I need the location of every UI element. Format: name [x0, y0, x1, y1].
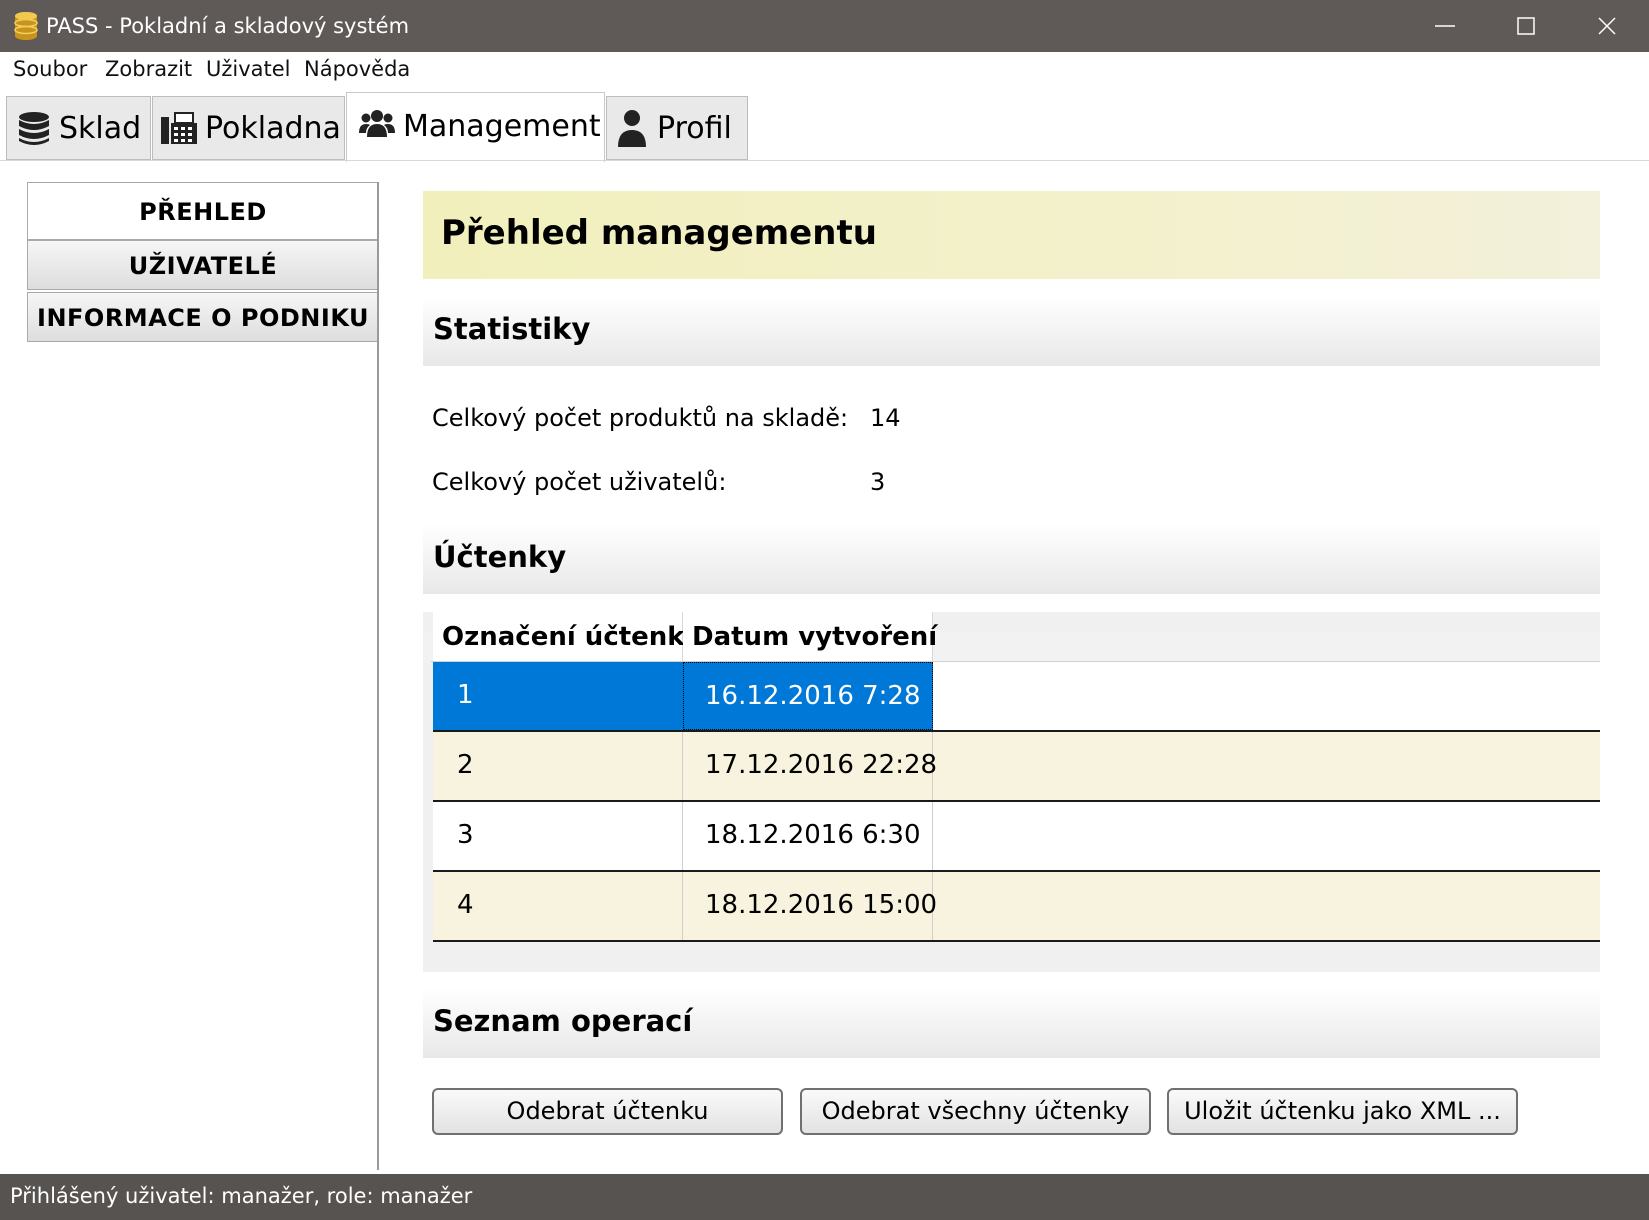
cell-receipt-id[interactable]: 2	[433, 732, 683, 800]
menu-uzivatel[interactable]: Uživatel	[206, 57, 291, 81]
status-bar: Přihlášený uživatel: manažer, role: mana…	[0, 1174, 1649, 1220]
title-bar[interactable]: PASS - Pokladní a skladový systém	[0, 0, 1649, 52]
stat-users-label: Celkový počet uživatelů:	[432, 468, 727, 496]
table-row[interactable]: 3 18.12.2016 6:30	[433, 802, 1600, 872]
main-tabs: Sklad Pokladna Management Profil	[0, 90, 1649, 162]
cell-receipt-date[interactable]: 18.12.2016 15:00	[683, 872, 937, 940]
remove-receipt-button[interactable]: Odebrat účtenku	[432, 1088, 783, 1135]
tab-pokladna-label: Pokladna	[205, 111, 341, 146]
cell-receipt-date[interactable]: 17.12.2016 22:28	[683, 732, 937, 800]
table-row[interactable]: 1 16.12.2016 7:28	[433, 662, 1600, 732]
tab-pokladna[interactable]: Pokladna	[152, 96, 345, 160]
section-uctenky: Účtenky	[423, 524, 1600, 594]
maximize-button[interactable]	[1486, 0, 1566, 52]
close-icon	[1598, 17, 1616, 35]
tab-content-border	[0, 160, 1649, 161]
col-header-datum[interactable]: Datum vytvoření	[683, 612, 937, 662]
minimize-button[interactable]	[1405, 0, 1485, 52]
panel-divider	[377, 182, 379, 1170]
cell-receipt-date[interactable]: 18.12.2016 6:30	[683, 802, 933, 870]
stat-products-label: Celkový počet produktů na skladě:	[432, 404, 849, 432]
nav-prehled[interactable]: PŘEHLED	[27, 182, 379, 240]
cell-receipt-id[interactable]: 3	[433, 802, 683, 870]
section-title-seznam-operaci: Seznam operací	[433, 1004, 693, 1038]
remove-all-receipts-button[interactable]: Odebrat všechny účtenky	[800, 1088, 1151, 1135]
app-database-icon	[14, 12, 38, 40]
receipts-table[interactable]: Označení účtenky Datum vytvoření 1 16.12…	[423, 612, 1600, 972]
menu-zobrazit[interactable]: Zobrazit	[105, 57, 192, 81]
menu-soubor[interactable]: Soubor	[13, 57, 87, 81]
save-receipt-xml-button[interactable]: Uložit účtenku jako XML ...	[1167, 1088, 1518, 1135]
tab-management-label: Management	[403, 109, 601, 144]
section-title-statistiky: Statistiky	[433, 312, 591, 346]
nav-uzivatele[interactable]: UŽIVATELÉ	[27, 240, 379, 290]
menu-napoveda[interactable]: Nápověda	[304, 57, 410, 81]
tab-management[interactable]: Management	[346, 92, 605, 162]
nav-informace-o-podniku[interactable]: INFORMACE O PODNIKU	[27, 292, 379, 342]
fax-icon	[161, 112, 197, 144]
cell-receipt-id[interactable]: 1	[433, 662, 683, 730]
page-header: Přehled managementu	[423, 191, 1600, 279]
close-button[interactable]	[1567, 0, 1647, 52]
tab-sklad[interactable]: Sklad	[6, 96, 151, 160]
maximize-icon	[1517, 17, 1535, 35]
section-statistiky: Statistiky	[423, 296, 1600, 366]
stat-products-value: 14	[870, 404, 901, 432]
users-icon	[359, 110, 395, 137]
minimize-icon	[1435, 25, 1455, 27]
page-title: Přehled managementu	[441, 213, 877, 253]
section-title-uctenky: Účtenky	[433, 540, 567, 574]
database-icon	[19, 112, 49, 145]
section-seznam-operaci: Seznam operací	[423, 988, 1600, 1058]
menu-bar: Soubor Zobrazit Uživatel Nápověda	[0, 52, 1649, 90]
tab-sklad-label: Sklad	[59, 111, 142, 146]
user-icon	[618, 110, 646, 147]
cell-receipt-date[interactable]: 16.12.2016 7:28	[683, 662, 933, 730]
col-header-oznaceni[interactable]: Označení účtenky	[433, 612, 702, 662]
cell-receipt-id[interactable]: 4	[433, 872, 683, 940]
status-text: Přihlášený uživatel: manažer, role: mana…	[10, 1184, 473, 1208]
table-row[interactable]: 2 17.12.2016 22:28	[433, 732, 1600, 802]
stat-users-value: 3	[870, 468, 886, 496]
table-row[interactable]: 4 18.12.2016 15:00	[433, 872, 1600, 942]
tab-profil[interactable]: Profil	[606, 96, 748, 160]
window-title: PASS - Pokladní a skladový systém	[46, 14, 410, 38]
tab-profil-label: Profil	[657, 111, 732, 146]
